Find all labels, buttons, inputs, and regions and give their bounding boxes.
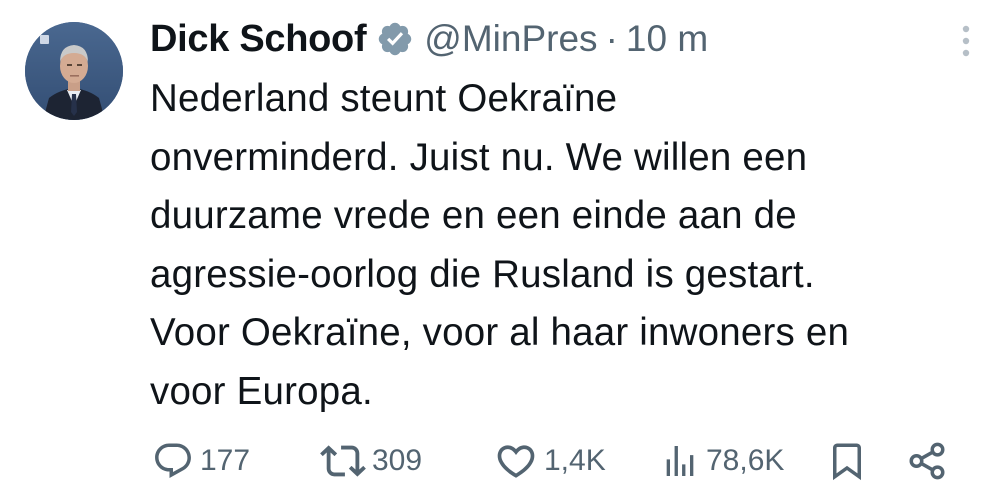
- repost-button[interactable]: 309: [320, 436, 422, 486]
- verified-badge-icon-svg: [379, 22, 412, 56]
- tweet: Dick Schoof @MinPres · 10 m Nederland st…: [0, 0, 1000, 490]
- tweet-actions: 177 309 1,4K 78,6K: [150, 436, 950, 486]
- views-count: 78,6K: [706, 444, 785, 477]
- reply-count: 177: [200, 444, 251, 477]
- reply-icon: [155, 443, 191, 478]
- heart-icon: [497, 445, 535, 478]
- reply-button[interactable]: 177: [152, 436, 250, 486]
- avatar[interactable]: [25, 22, 123, 120]
- like-count: 1,4K: [544, 444, 606, 477]
- vertical-dots-icon: [962, 25, 970, 57]
- like-button[interactable]: 1,4K: [494, 436, 606, 486]
- share-icon: [909, 442, 945, 480]
- author-handle[interactable]: @MinPres: [424, 18, 597, 60]
- share-button[interactable]: [906, 436, 948, 486]
- repost-icon: [320, 445, 366, 477]
- views-button[interactable]: 78,6K: [660, 436, 784, 486]
- more-options-icon[interactable]: [960, 24, 972, 58]
- bookmark-button[interactable]: [826, 436, 868, 486]
- bookmark-icon: [833, 443, 861, 481]
- author-name[interactable]: Dick Schoof: [150, 18, 367, 61]
- tweet-timestamp[interactable]: 10 m: [626, 18, 708, 60]
- repost-count: 309: [372, 444, 423, 477]
- tweet-text: Nederland steunt Oekraïne onverminderd. …: [150, 77, 850, 413]
- person-portrait-avatar: [25, 22, 123, 120]
- separator-dot: ·: [605, 18, 618, 59]
- views-icon: [666, 446, 694, 476]
- tweet-header: Dick Schoof @MinPres · 10 m: [150, 14, 708, 64]
- verified-badge-icon[interactable]: [376, 20, 414, 58]
